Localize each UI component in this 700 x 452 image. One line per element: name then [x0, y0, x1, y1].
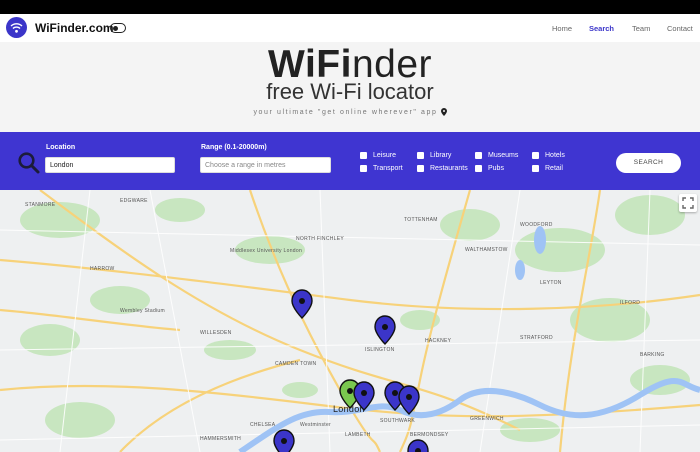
wifi-location-pin[interactable] — [407, 439, 429, 452]
checkbox-transport[interactable] — [360, 165, 367, 172]
nav-link-contact[interactable]: Contact — [667, 24, 693, 33]
search-button[interactable]: SEARCH — [616, 153, 681, 173]
wifi-location-pin[interactable] — [273, 429, 295, 452]
navbar: WiFinder.com Home Search Team Contact — [0, 14, 700, 43]
checkbox-retail[interactable] — [532, 165, 539, 172]
checkbox-label-transport: Transport — [373, 165, 403, 172]
theme-toggle[interactable] — [110, 23, 126, 33]
checkbox-hotels[interactable] — [532, 152, 539, 159]
search-icon — [18, 152, 40, 174]
hero-section: WiFinder free Wi-Fi locator your ultimat… — [0, 42, 700, 132]
nav-link-team[interactable]: Team — [632, 24, 650, 33]
window-top-strip — [0, 0, 700, 14]
pins-layer — [273, 289, 429, 452]
location-label: Location — [46, 144, 76, 151]
range-input[interactable]: Choose a range in metres — [200, 157, 331, 173]
page-subtitle: free Wi-Fi locator — [266, 79, 434, 104]
checkbox-pubs[interactable] — [475, 165, 482, 172]
location-pin-icon — [440, 108, 447, 116]
checkbox-label-museums: Museums — [488, 152, 519, 159]
checkbox-label-leisure: Leisure — [373, 152, 396, 159]
checkbox-label-hotels: Hotels — [545, 152, 565, 159]
tagline: your ultimate "get online wherever" app — [0, 108, 700, 116]
checkbox-label-library: Library — [430, 152, 452, 159]
range-label: Range (0.1-20000m) — [201, 144, 267, 151]
checkbox-library[interactable] — [417, 152, 424, 159]
nav-link-home[interactable]: Home — [552, 24, 572, 33]
checkbox-restaurants[interactable] — [417, 165, 424, 172]
wifi-location-pin[interactable] — [353, 381, 375, 411]
checkbox-label-restaurants: Restaurants — [430, 165, 468, 172]
wifi-location-pin[interactable] — [291, 289, 313, 319]
wifi-logo-icon[interactable] — [6, 17, 27, 38]
wifi-location-pin[interactable] — [398, 385, 420, 415]
checkbox-leisure[interactable] — [360, 152, 367, 159]
tagline-text: your ultimate "get online wherever" app — [253, 108, 438, 116]
checkbox-label-retail: Retail — [545, 165, 563, 172]
checkbox-label-pubs: Pubs — [488, 165, 504, 172]
brand-name[interactable]: WiFinder.com — [35, 21, 114, 35]
wifi-location-pin[interactable] — [374, 315, 396, 345]
nav-link-search[interactable]: Search — [589, 24, 614, 33]
checkbox-museums[interactable] — [475, 152, 482, 159]
location-input[interactable]: London — [45, 157, 175, 173]
